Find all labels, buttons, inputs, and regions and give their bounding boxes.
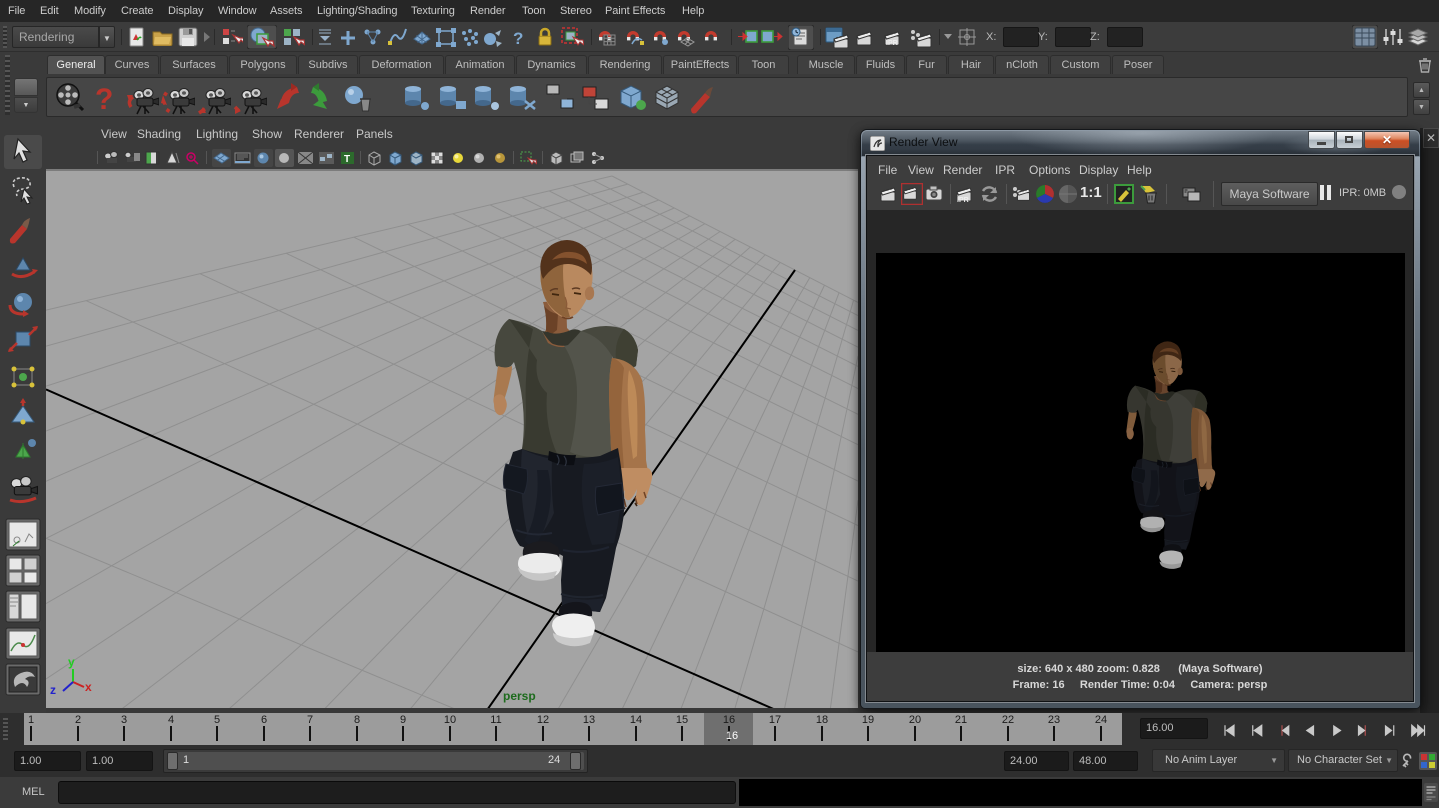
svg-text:x: x bbox=[85, 680, 92, 694]
svg-text:T: T bbox=[344, 154, 350, 165]
svg-text:IPR: IPR bbox=[886, 40, 898, 47]
svg-text:z: z bbox=[50, 683, 56, 697]
svg-text:persp: persp bbox=[503, 689, 536, 703]
svg-text:IPR: IPR bbox=[957, 197, 969, 204]
svg-text:y: y bbox=[68, 655, 75, 669]
svg-text:?: ? bbox=[95, 83, 113, 115]
svg-text:?: ? bbox=[513, 29, 523, 48]
